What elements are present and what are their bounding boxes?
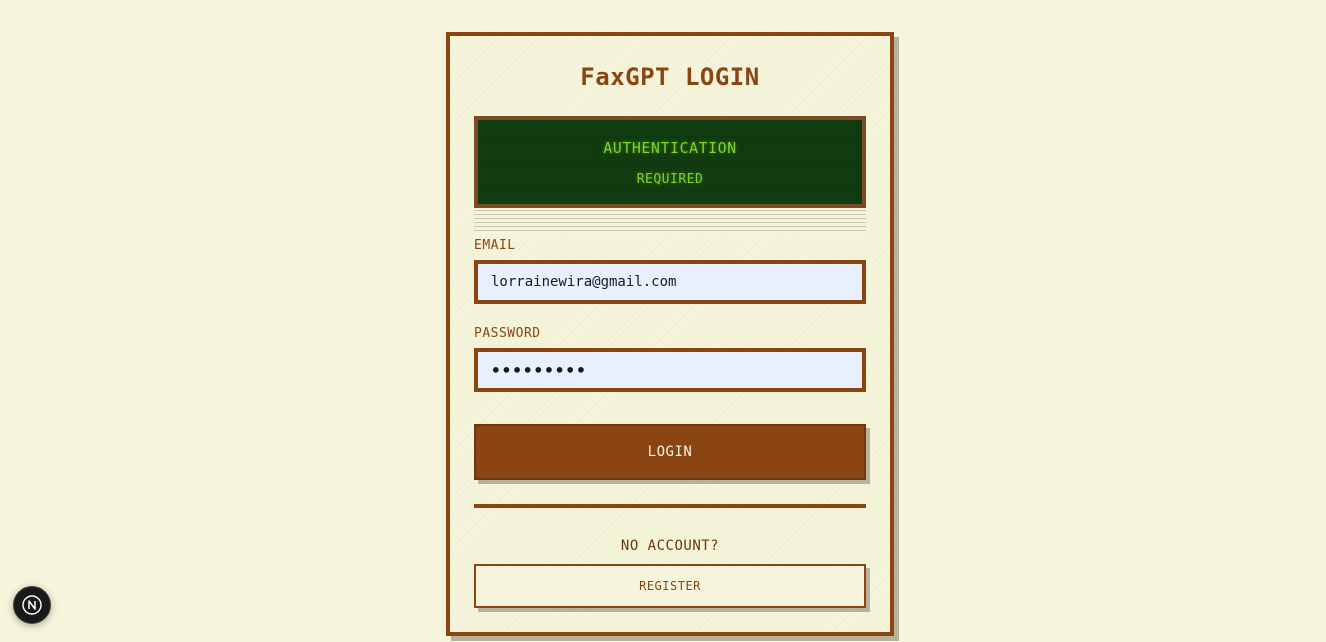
password-field[interactable] bbox=[474, 348, 866, 392]
nextjs-dev-badge[interactable] bbox=[13, 586, 51, 624]
auth-status-line2: REQUIRED bbox=[636, 172, 704, 187]
no-account-text: NO ACCOUNT? bbox=[620, 538, 720, 554]
email-field[interactable] bbox=[474, 260, 866, 304]
page-title: FaxGPT LOGIN bbox=[580, 63, 760, 91]
login-button[interactable]: LOGIN bbox=[474, 424, 866, 480]
password-label: PASSWORD bbox=[474, 326, 541, 341]
section-divider bbox=[474, 504, 866, 508]
email-label: EMAIL bbox=[474, 238, 516, 253]
login-card: FaxGPT LOGIN AUTHENTICATION REQUIRED EMA… bbox=[446, 32, 894, 636]
nextjs-logo-icon bbox=[22, 595, 42, 615]
paper-lines-divider bbox=[474, 210, 866, 234]
auth-status-screen: AUTHENTICATION REQUIRED bbox=[474, 116, 866, 208]
auth-status-line1: AUTHENTICATION bbox=[603, 139, 737, 157]
register-button[interactable]: REGISTER bbox=[474, 564, 866, 608]
